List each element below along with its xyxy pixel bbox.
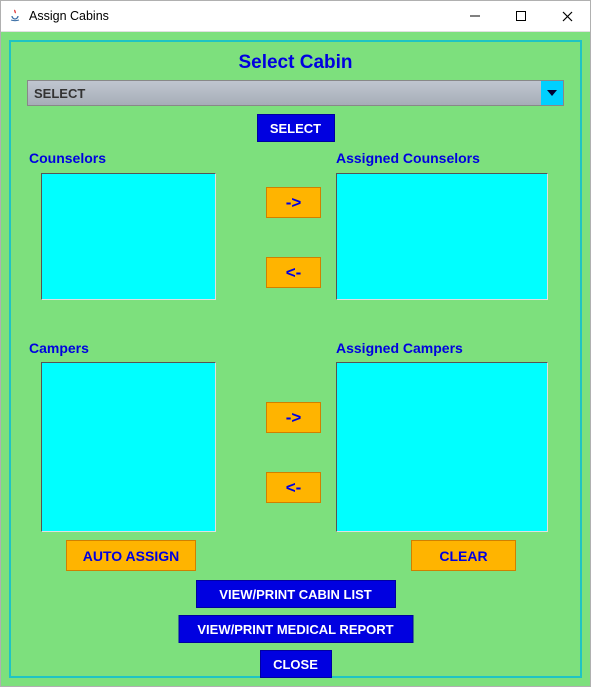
move-counselor-right-button[interactable]: ->	[266, 187, 321, 218]
client-area: Select Cabin SELECT SELECT Counselors As…	[1, 32, 590, 686]
chevron-down-icon	[541, 81, 563, 105]
cabin-select-value: SELECT	[34, 86, 85, 101]
view-cabin-label: VIEW/PRINT CABIN LIST	[219, 587, 371, 602]
clear-label: CLEAR	[439, 548, 487, 564]
close-window-button[interactable]	[544, 1, 590, 31]
move-camper-right-button[interactable]: ->	[266, 402, 321, 433]
page-title: Select Cabin	[11, 52, 580, 74]
assigned-counselors-list[interactable]	[336, 173, 548, 300]
move-counselor-left-button[interactable]: <-	[266, 257, 321, 288]
arrow-left-icon: <-	[286, 478, 302, 498]
view-medical-label: VIEW/PRINT MEDICAL REPORT	[197, 622, 393, 637]
arrow-left-icon: <-	[286, 263, 302, 283]
minimize-button[interactable]	[452, 1, 498, 31]
close-label: CLOSE	[273, 657, 318, 672]
arrow-right-icon: ->	[286, 193, 302, 213]
assigned-campers-list[interactable]	[336, 362, 548, 532]
campers-list[interactable]	[41, 362, 216, 532]
assigned-campers-label: Assigned Campers	[336, 340, 463, 356]
auto-assign-button[interactable]: AUTO ASSIGN	[66, 540, 196, 571]
view-print-cabin-list-button[interactable]: VIEW/PRINT CABIN LIST	[196, 580, 396, 608]
maximize-button[interactable]	[498, 1, 544, 31]
auto-assign-label: AUTO ASSIGN	[83, 548, 179, 564]
assigned-counselors-label: Assigned Counselors	[336, 150, 480, 166]
arrow-right-icon: ->	[286, 408, 302, 428]
counselors-list[interactable]	[41, 173, 216, 300]
counselors-label: Counselors	[29, 150, 106, 166]
titlebar: Assign Cabins	[1, 1, 590, 32]
app-window: Assign Cabins Select Cabin SELECT	[0, 0, 591, 687]
clear-button[interactable]: CLEAR	[411, 540, 516, 571]
campers-label: Campers	[29, 340, 89, 356]
move-camper-left-button[interactable]: <-	[266, 472, 321, 503]
cabin-select[interactable]: SELECT	[27, 80, 564, 106]
close-button[interactable]: CLOSE	[260, 650, 332, 678]
window-controls	[452, 1, 590, 31]
java-icon	[7, 8, 23, 24]
select-button[interactable]: SELECT	[257, 114, 335, 142]
main-panel: Select Cabin SELECT SELECT Counselors As…	[9, 40, 582, 678]
window-title: Assign Cabins	[29, 9, 452, 23]
cabin-select-wrap: SELECT	[27, 80, 564, 106]
select-button-label: SELECT	[270, 121, 321, 136]
view-print-medical-report-button[interactable]: VIEW/PRINT MEDICAL REPORT	[178, 615, 413, 643]
